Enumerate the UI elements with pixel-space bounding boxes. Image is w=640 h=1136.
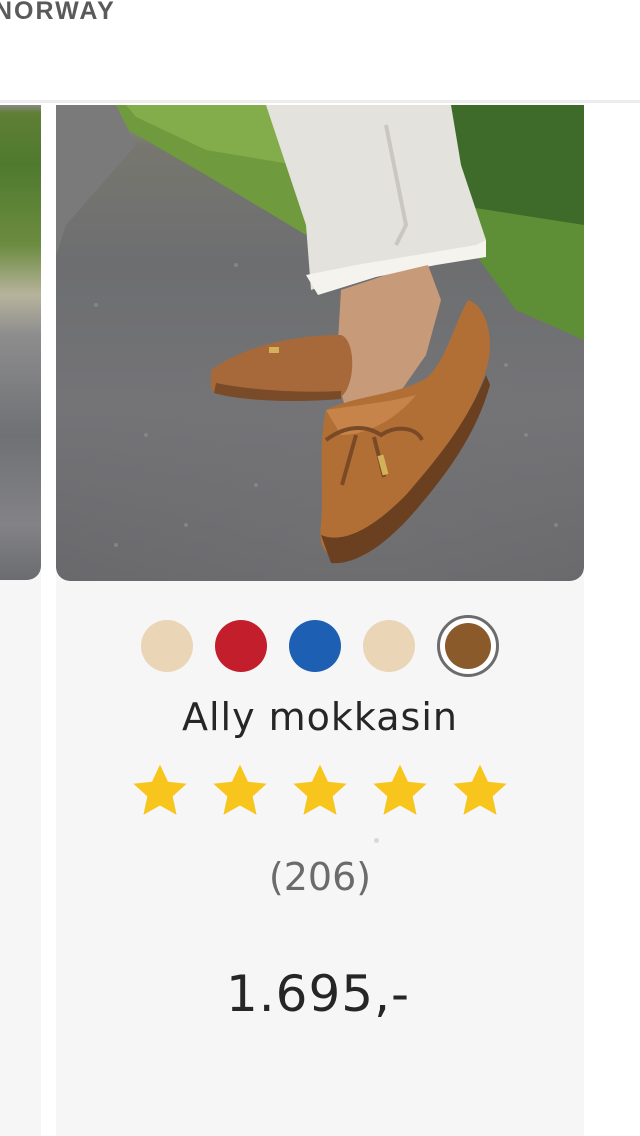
color-swatches <box>56 615 584 677</box>
rating-stars <box>56 760 584 822</box>
product-price: 1.695,- <box>225 965 411 1023</box>
swatch-beige[interactable] <box>141 620 193 672</box>
previous-product-card[interactable] <box>0 105 41 1136</box>
swatch-brown-selected[interactable] <box>437 615 499 677</box>
review-count[interactable]: (206) <box>56 855 584 899</box>
previous-product-image[interactable] <box>0 105 41 580</box>
swatch-red[interactable] <box>215 620 267 672</box>
swatch-light-beige[interactable] <box>363 620 415 672</box>
star-icon <box>293 764 347 815</box>
product-name[interactable]: Ally mokkasin <box>56 695 584 739</box>
star-icon <box>133 764 187 815</box>
star-icon <box>213 764 267 815</box>
star-icon <box>453 764 507 815</box>
brand-logo[interactable]: NORWAY <box>0 0 116 26</box>
product-card[interactable]: Ally mokkasin (206) 1.695,- <box>56 105 584 1136</box>
decorative-dot <box>374 838 379 843</box>
product-image[interactable] <box>56 105 584 581</box>
star-icon <box>373 764 427 815</box>
top-header: NORWAY <box>0 0 640 103</box>
swatch-blue[interactable] <box>289 620 341 672</box>
